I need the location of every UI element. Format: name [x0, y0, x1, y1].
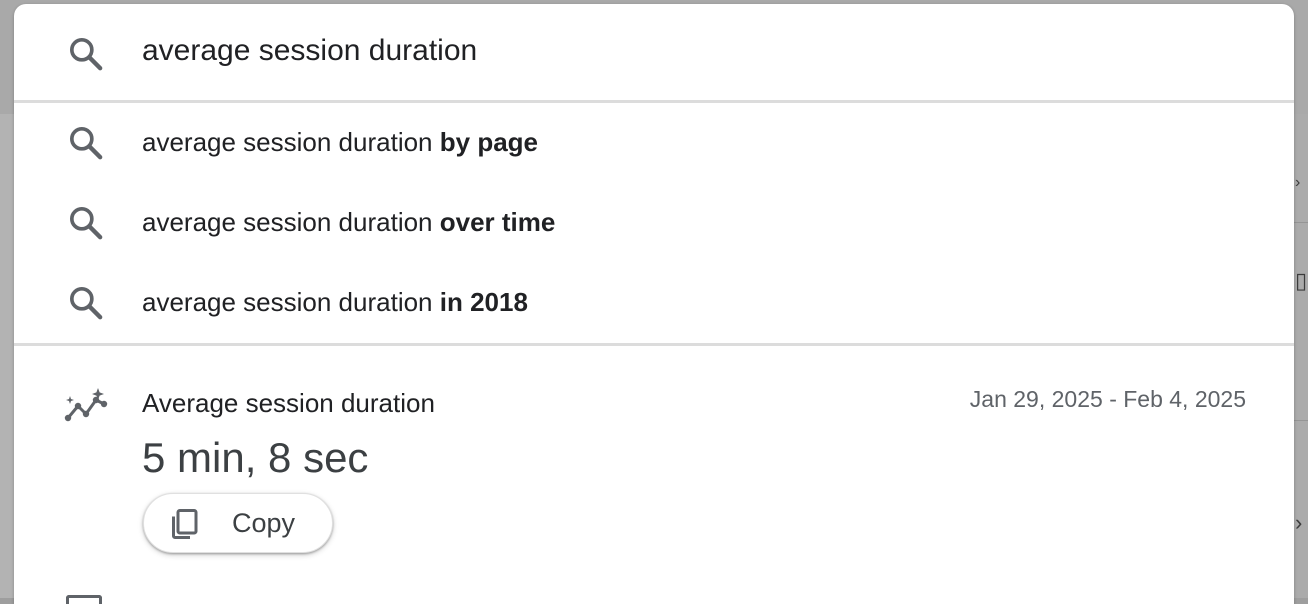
suggestion-text: average session duration over time [142, 207, 555, 238]
result-value: 5 min, 8 sec [142, 434, 369, 481]
suggestion-item[interactable]: average session duration over time [14, 183, 1294, 263]
background-glyph: ▯ [1295, 268, 1308, 293]
suggestion-highlight: by page [439, 127, 538, 157]
suggestion-text: average session duration by page [142, 127, 538, 158]
background-glyph: › [1295, 174, 1301, 191]
background-divider [1294, 420, 1308, 421]
search-icon [70, 287, 103, 320]
background-divider [1294, 222, 1308, 223]
next-result-icon [66, 595, 102, 604]
suggestion-base-text: average session duration [142, 207, 440, 237]
suggestion-item[interactable]: average session duration by page [14, 103, 1294, 183]
search-icon [70, 207, 103, 240]
copy-button-label: Copy [232, 508, 296, 538]
result-title: Average session duration [142, 388, 435, 418]
chevron-right-icon[interactable]: › [1295, 512, 1302, 534]
results-divider [14, 343, 1294, 346]
copy-button[interactable]: Copy [143, 493, 333, 553]
suggestion-highlight: in 2018 [439, 287, 528, 317]
result-date-range: Jan 29, 2025 - Feb 4, 2025 [969, 386, 1246, 412]
copy-icon [172, 509, 198, 539]
insights-icon [64, 388, 108, 422]
suggestion-text: average session duration in 2018 [142, 287, 528, 318]
suggestion-base-text: average session duration [142, 127, 440, 157]
background-right-edge: › ▯ › [1294, 114, 1308, 598]
insight-result[interactable]: Average session duration Jan 29, 2025 - … [14, 348, 1294, 604]
search-icon [70, 38, 103, 71]
suggestion-item[interactable]: average session duration in 2018 [14, 263, 1294, 343]
search-bar [14, 4, 1294, 100]
suggestion-highlight: over time [439, 207, 556, 237]
search-panel: average session duration by page average… [14, 4, 1294, 604]
search-icon [70, 127, 103, 160]
suggestion-base-text: average session duration [142, 287, 440, 317]
search-input[interactable] [142, 26, 1242, 76]
